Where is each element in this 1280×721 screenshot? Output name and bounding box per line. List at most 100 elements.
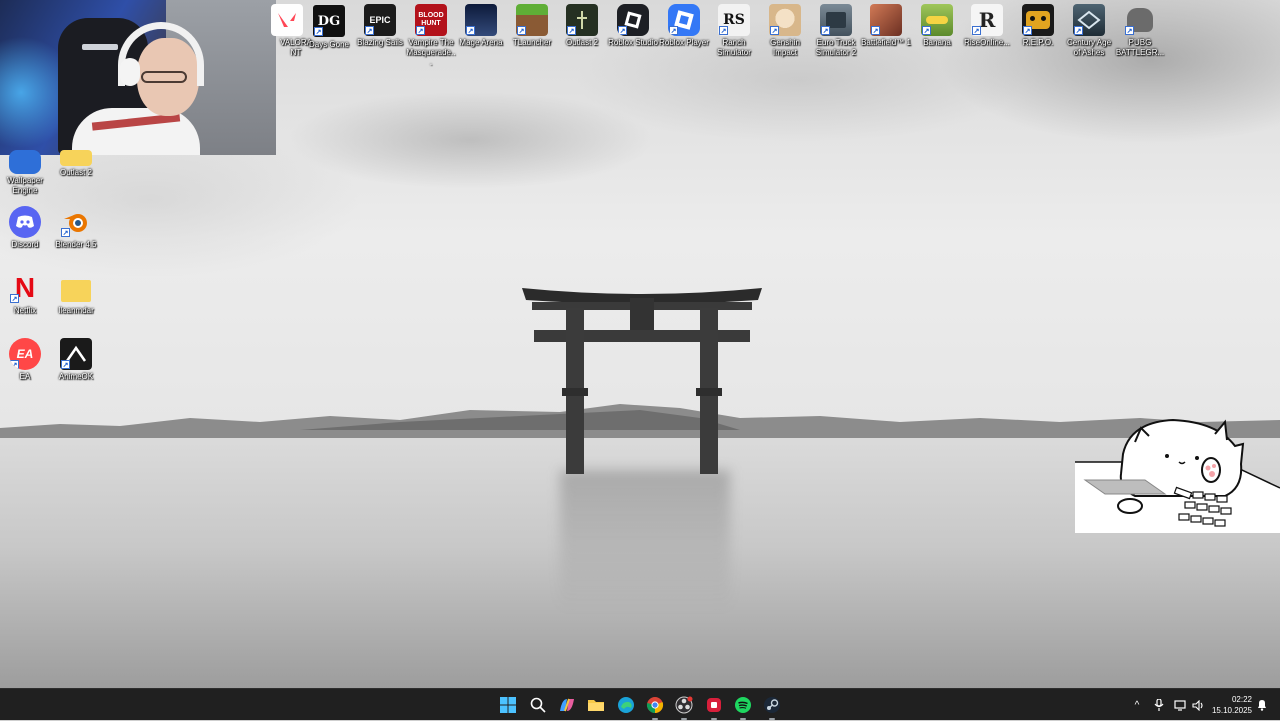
shortcut-arrow-icon: ↗	[770, 26, 779, 35]
edge-button[interactable]	[614, 693, 638, 717]
desktop-icon-blazing-sails[interactable]: EPIC ↗ Blazing Sails	[355, 4, 405, 48]
desktop-icon-vampire-masquerade[interactable]: BLOOD HUNT ↗ Vampire The Masquerade...	[406, 4, 456, 68]
steam-icon	[764, 697, 780, 713]
copilot-icon	[560, 698, 574, 712]
desktop-icon-outlast-2-folder[interactable]: Outlast 2	[51, 150, 101, 178]
desktop-icon-mage-arena[interactable]: ↗ Mage Arena	[456, 4, 506, 48]
desktop-icon-discord[interactable]: Discord	[0, 206, 50, 250]
shortcut-arrow-icon: ↗	[365, 26, 374, 35]
desktop-icon-repo[interactable]: ↗ R.E.P.O.	[1013, 4, 1063, 48]
shortcut-arrow-icon: ↗	[972, 26, 981, 35]
desktop-icon-outlast-2[interactable]: ↗ Outlast 2	[557, 4, 607, 48]
shortcut-arrow-icon: ↗	[871, 26, 880, 35]
red-app-button[interactable]	[702, 693, 726, 720]
desktop-icon-label: Mage Arena	[459, 38, 503, 47]
chrome-button[interactable]	[643, 693, 667, 720]
start-button[interactable]	[496, 693, 520, 717]
mage-arena-icon: ↗	[465, 4, 497, 36]
shortcut-arrow-icon: ↗	[466, 26, 475, 35]
desktop-icon-label: Vampire The Masquerade...	[406, 38, 456, 67]
desktop-icon-rise-online[interactable]: R ↗ RiseOnline...	[962, 4, 1012, 48]
discord-icon	[9, 206, 41, 238]
blender-icon: ↗	[60, 206, 92, 238]
desktop-icon-blender[interactable]: ↗ Blender 4.5	[51, 206, 101, 250]
minecraft-icon: ↗	[516, 4, 548, 36]
bongo-cat-overlay	[1075, 418, 1280, 533]
desktop-icon-label: Discord	[11, 240, 39, 249]
network-icon	[1174, 699, 1186, 711]
desktop-icon-label: Century Age of Ashes	[1066, 38, 1112, 57]
bloodhunt-icon: BLOOD HUNT ↗	[415, 4, 447, 36]
shortcut-arrow-icon: ↗	[61, 228, 70, 237]
windows-start-icon	[500, 697, 516, 713]
copilot-button[interactable]	[555, 693, 579, 717]
desktop-icon-label: Battlefield™ 1	[861, 38, 911, 47]
system-clock[interactable]: 02:22 15.10.2025	[1210, 694, 1252, 716]
desktop-icon-genshin-impact[interactable]: ↗ Genshin Impact	[760, 4, 810, 58]
desktop-icon-label: Outlast 2	[565, 38, 598, 47]
file-explorer-button[interactable]	[584, 693, 608, 717]
shortcut-arrow-icon: ↗	[669, 26, 678, 35]
webcam-overlay	[0, 0, 276, 155]
desktop-icon-label: RiseOnline...	[964, 38, 1010, 47]
torii-gate	[522, 288, 762, 474]
torii-reflection	[560, 470, 730, 610]
netflix-icon: N ↗	[10, 272, 36, 303]
show-hidden-icons-button[interactable]: ^	[1130, 689, 1144, 721]
microphone-icon	[1154, 699, 1164, 711]
genshin-icon: ↗	[769, 4, 801, 36]
obs-button[interactable]	[672, 693, 696, 720]
shortcut-arrow-icon: ↗	[314, 27, 323, 36]
desktop-icon-wallpaper-engine[interactable]: Wallpaper Engine	[0, 142, 50, 196]
notification-button[interactable]	[1254, 689, 1270, 721]
desktop-icon-tlauncher[interactable]: ↗ TLauncher	[507, 4, 557, 48]
spotify-button[interactable]	[731, 693, 755, 720]
shortcut-arrow-icon: ↗	[10, 294, 19, 303]
desktop-icon-ranch-simulator[interactable]: RS ↗ Ranch Simulator	[709, 4, 759, 58]
desktop-icon-euro-truck[interactable]: ↗ Euro Truck Simulator 2	[811, 4, 861, 58]
volume-button[interactable]	[1190, 689, 1206, 721]
desktop-icon-netflix[interactable]: N ↗ Netflix	[0, 272, 50, 316]
banana-icon: ↗	[921, 4, 953, 36]
taskbar: ^ 02:22 15.10.2025	[0, 688, 1280, 720]
desktop-icon-century[interactable]: ↗ Century Age of Ashes	[1064, 4, 1114, 58]
desktop-icon-roblox-player[interactable]: ↗ Roblox Player	[659, 4, 709, 48]
desktop-icon-label: Banana	[923, 38, 951, 47]
desktop-icon-ea[interactable]: EA ↗ EA	[0, 338, 50, 382]
desktop-icon-days-gone[interactable]: DG ↗ Days Gone	[304, 4, 354, 50]
microphone-button[interactable]	[1152, 689, 1166, 721]
desktop-icon-label: TLauncher	[512, 38, 552, 47]
folder-icon	[60, 150, 92, 166]
shortcut-arrow-icon: ↗	[719, 26, 728, 35]
desktop-icon-label: Roblox Studio	[608, 38, 658, 47]
valorant-icon	[271, 4, 303, 36]
desktop-icon-roblox-studio[interactable]: ↗ Roblox Studio	[608, 4, 658, 48]
rise-online-icon: R ↗	[971, 4, 1003, 36]
shortcut-arrow-icon: ↗	[517, 26, 526, 35]
outlast-icon: ↗	[566, 4, 598, 36]
truck-icon: ↗	[820, 4, 852, 36]
spotify-icon	[735, 697, 751, 713]
desktop-icon-label: EA	[19, 372, 31, 381]
steam-button[interactable]	[760, 693, 784, 720]
desktop-icon-banana[interactable]: ↗ Banana	[912, 4, 962, 48]
ranch-simulator-icon: RS ↗	[718, 4, 750, 36]
shortcut-arrow-icon: ↗	[567, 26, 576, 35]
desktop-icon-ileanmdar-folder[interactable]: Ileanmdar	[51, 272, 101, 316]
desktop-icon-label: Days Gone	[308, 40, 350, 49]
clock-time: 02:22	[1231, 695, 1252, 704]
desktop-icon-label: Euro Truck Simulator 2	[815, 38, 857, 57]
shortcut-arrow-icon: ↗	[618, 26, 627, 35]
desktop-icon-battlefield-1[interactable]: ↗ Battlefield™ 1	[861, 4, 911, 48]
shortcut-arrow-icon: ↗	[10, 360, 19, 369]
animeok-icon: ↗	[60, 338, 92, 370]
desktop-icon-label: Wallpaper Engine	[7, 176, 43, 195]
search-button[interactable]	[526, 693, 550, 717]
century-icon: ↗	[1073, 4, 1105, 36]
desktop-icon-animeok[interactable]: ↗ AnimeOK	[51, 338, 101, 382]
shortcut-arrow-icon: ↗	[61, 360, 70, 369]
shortcut-arrow-icon: ↗	[1125, 26, 1134, 35]
desktop-icon-label: Genshin Impact	[770, 38, 800, 57]
network-button[interactable]	[1172, 689, 1188, 721]
desktop-icon-pubg[interactable]: ↗ PUBG BATTLEGR...	[1115, 4, 1165, 58]
